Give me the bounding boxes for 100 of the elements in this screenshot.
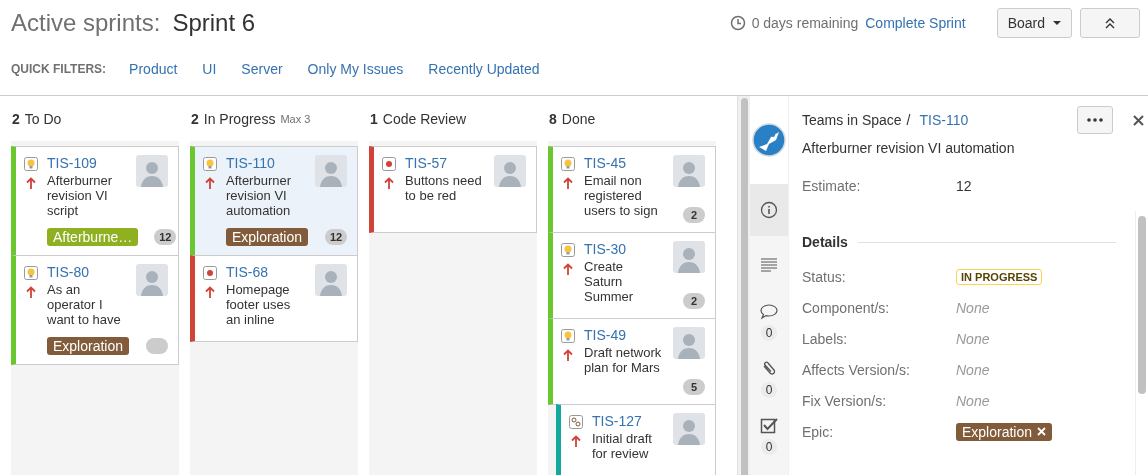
subtask-icon: [568, 415, 583, 429]
field-label: Labels:: [802, 330, 849, 347]
epic-label: Exploration: [226, 228, 309, 246]
issue-key-link[interactable]: TIS-80: [47, 264, 127, 280]
field-label: Affects Version/s:: [802, 361, 911, 378]
epic-label: Afterburne…: [47, 228, 139, 246]
up-arrow-icon: [562, 349, 573, 361]
speech-bubble-icon: [760, 302, 778, 321]
issue-key-link[interactable]: TIS-110: [919, 112, 969, 128]
issue-key-link[interactable]: TIS-110: [226, 155, 306, 171]
up-arrow-icon: [383, 177, 394, 189]
quick-filter-link[interactable]: Product: [129, 61, 178, 77]
up-arrow-icon: [25, 286, 36, 298]
column-count: 8: [549, 110, 557, 127]
estimate-badge: 2: [683, 207, 705, 223]
ellipsis-icon: [1087, 118, 1103, 122]
close-icon[interactable]: [1133, 114, 1144, 126]
side-tab[interactable]: 0: [750, 293, 788, 350]
avatar: [315, 155, 347, 187]
column-title: To Do: [24, 110, 62, 127]
quick-filter-link[interactable]: Only My Issues: [307, 61, 404, 77]
issue-summary: Buttons need to be red: [405, 173, 483, 203]
epic-label: Exploration: [956, 422, 1053, 441]
remove-icon[interactable]: [1037, 427, 1047, 436]
count-badge: 0: [761, 381, 777, 398]
side-tab[interactable]: [750, 184, 788, 236]
avatar: [673, 241, 705, 273]
quick-filter-link[interactable]: UI: [202, 61, 217, 77]
double-chevron-icon: [1105, 17, 1115, 29]
estimate-badge: 5: [683, 379, 705, 395]
project-name: Teams in Space: [802, 112, 902, 128]
issue-key-link[interactable]: TIS-45: [584, 155, 664, 171]
avatar: [136, 155, 168, 187]
issue-card[interactable]: TIS-30 Create Saturn Summer 2: [548, 232, 716, 319]
avatar: [673, 155, 705, 187]
caret-icon: [1053, 21, 1061, 25]
count-badge: 0: [761, 324, 777, 341]
issue-key-link[interactable]: TIS-57: [405, 155, 485, 171]
issue-card[interactable]: TIS-127 Initial draft for review: [556, 404, 716, 475]
issue-summary: Initial draft for review: [592, 431, 653, 461]
issue-card[interactable]: TIS-49 Draft network plan for Mars 5: [548, 318, 716, 405]
side-tab[interactable]: 0: [750, 407, 788, 464]
lightbulb-icon: [23, 157, 38, 171]
epic-label: Exploration: [47, 337, 130, 355]
estimate-badge: 12: [154, 229, 177, 245]
field-label: Epic:: [802, 423, 835, 440]
side-tab[interactable]: 0: [750, 350, 788, 407]
avatar: [673, 413, 705, 445]
field-value: None: [956, 299, 990, 316]
issue-key-link[interactable]: TIS-109: [47, 155, 127, 171]
up-arrow-icon: [570, 435, 581, 447]
project-logo: [752, 123, 786, 157]
column-count: 1: [370, 110, 378, 127]
collapse-button[interactable]: [1080, 8, 1140, 38]
issue-key-link[interactable]: TIS-49: [584, 327, 664, 343]
issue-card[interactable]: TIS-68 Homepage footer uses an inline: [190, 255, 358, 342]
text-lines-icon: [760, 255, 778, 274]
issue-summary: Afterburner revision VI automation: [226, 173, 293, 218]
lightbulb-icon: [202, 157, 217, 171]
bug-icon: [381, 157, 396, 171]
quick-filters-label: QUICK FILTERS:: [11, 62, 107, 76]
issue-card[interactable]: TIS-109 Afterburner revision VI script Afterburne… 12: [11, 146, 179, 256]
status-lozenge: IN PROGRESS: [956, 268, 1043, 285]
field-label: Status:: [802, 268, 847, 285]
issue-key-link[interactable]: TIS-30: [584, 241, 664, 257]
lightbulb-icon: [560, 243, 575, 257]
field-label: Estimate:: [802, 177, 862, 194]
lightbulb-icon: [560, 157, 575, 171]
quick-filter-link[interactable]: Recently Updated: [428, 61, 540, 77]
issue-summary: Homepage footer uses an inline: [226, 282, 292, 327]
issue-card[interactable]: TIS-57 Buttons need to be red: [369, 146, 537, 233]
up-arrow-icon: [562, 177, 573, 189]
column-count: 2: [12, 110, 20, 127]
field-label: Fix Version/s:: [802, 392, 888, 409]
board-button[interactable]: Board: [996, 8, 1072, 38]
complete-sprint-link[interactable]: Complete Sprint: [865, 15, 966, 31]
issue-card[interactable]: TIS-110 Afterburner revision VI automation Exploration 12: [190, 146, 358, 256]
remaining-time: 0 days remaining: [751, 15, 859, 31]
scrollbar[interactable]: [1138, 216, 1146, 394]
avatar: [315, 264, 347, 296]
more-button[interactable]: [1077, 106, 1113, 134]
column-title: Code Review: [382, 110, 467, 127]
up-arrow-icon: [25, 177, 36, 189]
checkbox-icon: [760, 416, 778, 435]
scrollbar[interactable]: [740, 98, 748, 475]
issue-key-link[interactable]: TIS-127: [592, 413, 664, 429]
avatar: [136, 264, 168, 296]
column-count: 2: [191, 110, 199, 127]
field-value: 12: [956, 177, 972, 194]
clock-icon: [729, 15, 746, 31]
page-title: Active sprints:: [11, 9, 161, 37]
estimate-badge: 12: [325, 229, 347, 245]
issue-card[interactable]: TIS-45 Email non registered users to sign 2: [548, 146, 716, 233]
field-value: None: [956, 330, 990, 347]
issue-card[interactable]: TIS-80 As an operator I want to have Exploration: [11, 255, 179, 365]
issue-key-link[interactable]: TIS-68: [226, 264, 306, 280]
avatar: [673, 327, 705, 359]
section-heading: Details: [802, 234, 848, 250]
quick-filter-link[interactable]: Server: [241, 61, 283, 77]
up-arrow-icon: [204, 177, 215, 189]
